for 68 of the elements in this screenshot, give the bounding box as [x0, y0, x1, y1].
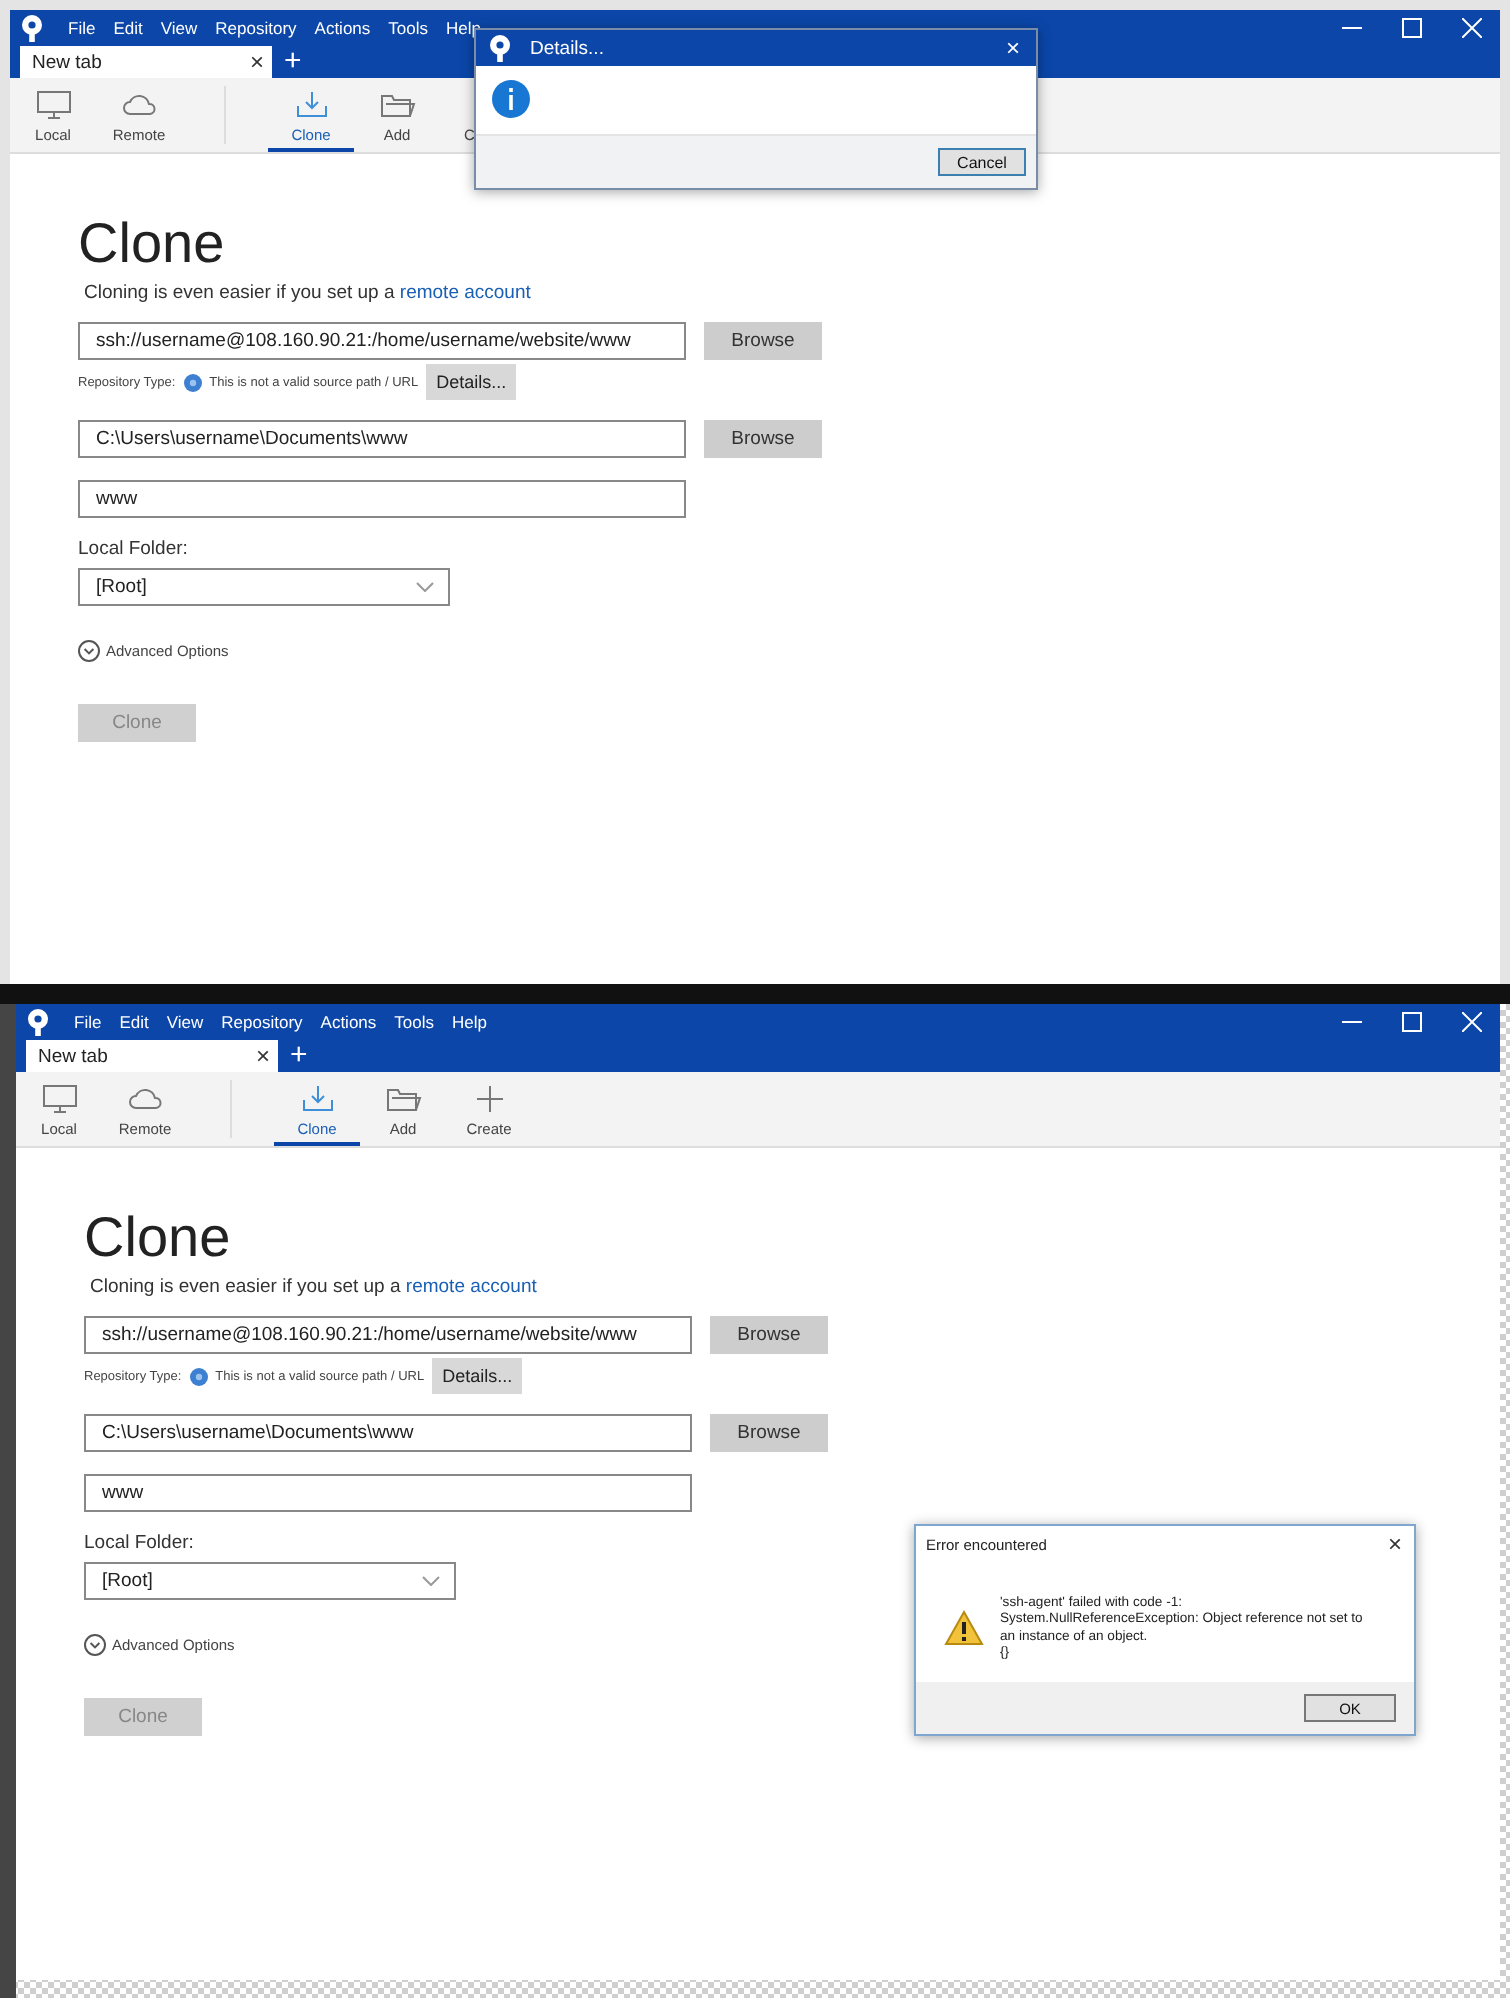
tab-label: New tab: [32, 51, 102, 73]
browse-button[interactable]: Browse: [704, 420, 822, 458]
menu-item[interactable]: File: [74, 1011, 102, 1031]
subtitle-text: Cloning is even easier if you set up a: [84, 282, 397, 304]
close-button[interactable]: ×: [1387, 1532, 1402, 1556]
menu-item[interactable]: View: [166, 1011, 204, 1031]
chevron-down-icon: [422, 1576, 440, 1586]
close-button[interactable]: ×: [1005, 36, 1020, 60]
cloud-icon: [127, 1084, 163, 1114]
dialog-title: Details...: [530, 37, 604, 59]
menu-item[interactable]: Actions: [320, 1011, 377, 1031]
download-icon: [293, 90, 329, 120]
tab-label: New tab: [38, 1045, 108, 1067]
browse-button[interactable]: Browse: [704, 322, 822, 360]
close-icon[interactable]: [1462, 1011, 1482, 1031]
page-heading: Clone: [78, 212, 225, 276]
new-tab-button[interactable]: +: [284, 46, 302, 78]
info-icon: [492, 80, 530, 118]
browse-button[interactable]: Browse: [710, 1414, 828, 1452]
local-folder-label: Local Folder:: [84, 1532, 194, 1554]
chevron-down-icon: [416, 582, 434, 592]
new-tab-button[interactable]: +: [290, 1040, 308, 1072]
details-button[interactable]: Details...: [426, 364, 517, 400]
chevron-circle-icon: [78, 640, 100, 662]
remote-account-link[interactable]: remote account: [399, 282, 531, 304]
help-icon: [183, 373, 202, 391]
menu-item[interactable]: Edit: [113, 17, 143, 37]
folder-icon: [379, 90, 415, 120]
download-icon: [299, 1084, 335, 1114]
cloud-icon: [121, 90, 157, 120]
menu-item[interactable]: Tools: [394, 1011, 434, 1031]
menu-item[interactable]: Edit: [119, 1011, 149, 1031]
maximize-icon[interactable]: [1402, 1011, 1422, 1031]
help-icon: [189, 1367, 208, 1385]
folder-icon: [385, 1084, 421, 1114]
subtitle-text: Cloning is even easier if you set up a: [90, 1276, 403, 1298]
page-heading: Clone: [84, 1206, 231, 1270]
remote-account-link[interactable]: remote account: [405, 1276, 537, 1298]
local-folder-dropdown[interactable]: [Root]: [78, 568, 450, 606]
cancel-button[interactable]: Cancel: [938, 148, 1026, 176]
source-url-field[interactable]: ssh://username@108.160.90.21:/home/username/website/www: [78, 322, 686, 360]
tab[interactable]: New tab ×: [20, 46, 272, 78]
menu-item[interactable]: Repository: [221, 1011, 303, 1031]
monitor-icon: [41, 1084, 77, 1114]
chevron-circle-icon: [84, 1634, 106, 1656]
browse-button[interactable]: Browse: [710, 1316, 828, 1354]
maximize-icon[interactable]: [1402, 17, 1422, 37]
monitor-icon: [35, 90, 71, 120]
tab-close-button[interactable]: ×: [255, 1044, 270, 1068]
menu-item[interactable]: View: [160, 17, 198, 37]
menu-item[interactable]: File: [68, 17, 96, 37]
menu-item[interactable]: Actions: [314, 17, 371, 37]
details-button[interactable]: Details...: [432, 1358, 523, 1394]
close-icon[interactable]: [1462, 17, 1482, 37]
destination-path-field[interactable]: C:\Users\username\Documents\www: [78, 420, 686, 458]
tab-close-button[interactable]: ×: [249, 50, 264, 74]
name-field[interactable]: www: [78, 480, 686, 518]
warning-icon: [944, 1610, 984, 1646]
source-url-field[interactable]: ssh://username@108.160.90.21:/home/username/website/www: [84, 1316, 692, 1354]
name-field[interactable]: www: [84, 1474, 692, 1512]
menu-item[interactable]: Repository: [215, 17, 297, 37]
plus-icon: [471, 1084, 507, 1114]
tab[interactable]: New tab ×: [26, 1040, 278, 1072]
menu-item[interactable]: Help: [452, 1011, 487, 1031]
menu-item[interactable]: Tools: [388, 17, 428, 37]
local-folder-label: Local Folder:: [78, 538, 188, 560]
local-folder-dropdown[interactable]: [Root]: [84, 1562, 456, 1600]
destination-path-field[interactable]: C:\Users\username\Documents\www: [84, 1414, 692, 1452]
